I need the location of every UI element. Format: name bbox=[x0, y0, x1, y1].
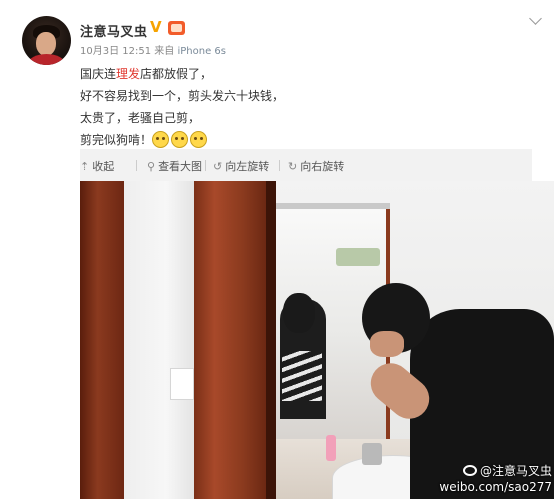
photo-door-frame bbox=[80, 181, 124, 499]
content-text: 店都放假了， bbox=[140, 67, 213, 81]
avatar-shirt bbox=[28, 54, 65, 65]
view-large-label: 查看大图 bbox=[158, 160, 203, 173]
watermark-handle: @注意马叉虫 bbox=[479, 464, 552, 478]
rotate-right-label: 向右旋转 bbox=[300, 160, 345, 173]
photo-man-face bbox=[370, 331, 404, 357]
watermark-url: weibo.com/sao277 bbox=[439, 480, 552, 494]
photo-door-edge bbox=[266, 181, 276, 499]
view-large-button[interactable]: ⚲ 查看大图 bbox=[147, 158, 202, 174]
photo-wall bbox=[124, 181, 194, 499]
photo-shelf bbox=[336, 248, 380, 266]
cat-face-emoji bbox=[171, 131, 189, 148]
post-photo[interactable]: @注意马叉虫 weibo.com/sao277 bbox=[80, 181, 554, 499]
post-content: 国庆连理发店都放假了， 好不容易找到一个，剪头发六十块钱， 太贵了，老骚自己剪，… bbox=[80, 63, 284, 151]
collapse-label: 收起 bbox=[92, 160, 115, 173]
collapse-button[interactable]: ⇡ 收起 bbox=[80, 158, 114, 174]
cat-face-emoji bbox=[190, 131, 208, 148]
photo-tap bbox=[362, 443, 382, 465]
arrow-up-icon: ⇡ bbox=[80, 160, 90, 173]
cat-face-emoji bbox=[152, 131, 170, 148]
chevron-down-icon[interactable] bbox=[529, 12, 542, 25]
toolbar-divider bbox=[205, 160, 206, 171]
post-timestamp[interactable]: 10月3日 12:51 bbox=[80, 46, 151, 57]
magnifier-icon: ⚲ bbox=[147, 160, 156, 173]
content-line-3: 太贵了，老骚自己剪， bbox=[80, 111, 201, 125]
rotate-left-button[interactable]: ↺ 向左旋转 bbox=[213, 158, 269, 174]
member-crown-icon[interactable] bbox=[168, 21, 185, 35]
photo-bottle bbox=[326, 435, 336, 461]
weibo-logo-icon bbox=[462, 465, 477, 476]
photo-door bbox=[194, 181, 276, 499]
image-toolbar: ⇡ 收起 ⚲ 查看大图 ↺ 向左旋转 ↻ 向右旋转 bbox=[80, 149, 532, 181]
rotate-left-label: 向左旋转 bbox=[225, 160, 270, 173]
verified-v-icon: V bbox=[150, 18, 162, 36]
photo-reflection-head bbox=[283, 293, 315, 333]
watermark-handle-line: @注意马叉虫 bbox=[439, 463, 552, 479]
post-source-prefix: 来自 bbox=[154, 46, 175, 57]
weibo-post: 注意马叉虫 V 10月3日 12:51 来自 iPhone 6s 国庆连理发店都… bbox=[0, 0, 554, 499]
photo-mirror-top bbox=[276, 203, 390, 209]
avatar[interactable] bbox=[22, 16, 71, 65]
content-line-2: 好不容易找到一个，剪头发六十块钱， bbox=[80, 89, 285, 103]
content-text: 国庆连 bbox=[80, 67, 117, 81]
content-line-1: 国庆连理发店都放假了， bbox=[80, 63, 284, 85]
photo-light-switch bbox=[170, 368, 194, 400]
username[interactable]: 注意马叉虫 bbox=[80, 21, 148, 40]
weibo-watermark: @注意马叉虫 weibo.com/sao277 bbox=[439, 463, 552, 495]
rotate-right-icon: ↻ bbox=[288, 160, 298, 173]
rotate-left-icon: ↺ bbox=[213, 160, 223, 173]
post-source[interactable]: iPhone 6s bbox=[177, 46, 226, 57]
content-line-4: 剪完似狗啃！ bbox=[80, 129, 284, 151]
avatar-face bbox=[36, 32, 56, 56]
content-keyword-link[interactable]: 理发 bbox=[116, 67, 140, 81]
content-text: 剪完似狗啃！ bbox=[80, 133, 153, 147]
rotate-right-button[interactable]: ↻ 向右旋转 bbox=[288, 158, 344, 174]
photo-reflection-shirt bbox=[282, 351, 322, 401]
post-meta: 10月3日 12:51 来自 iPhone 6s bbox=[80, 42, 226, 57]
toolbar-divider bbox=[279, 160, 280, 171]
toolbar-divider bbox=[136, 160, 137, 171]
